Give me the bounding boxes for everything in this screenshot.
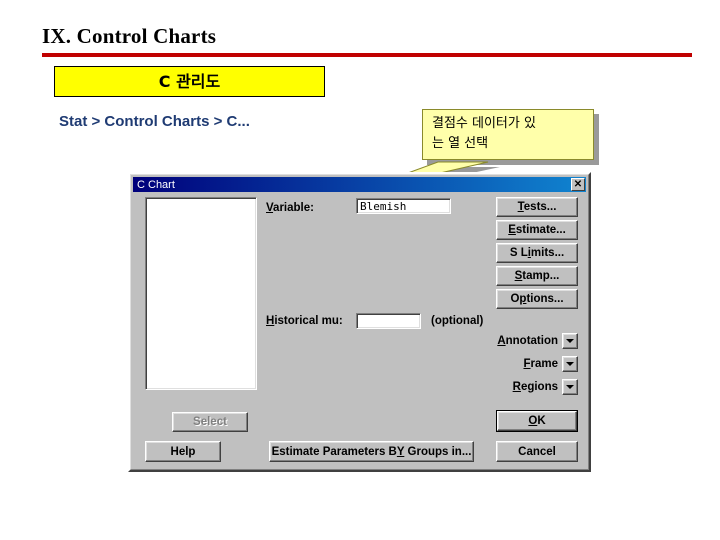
regions-dropdown-row: Regions xyxy=(491,379,578,395)
options-button[interactable]: Options... xyxy=(496,289,578,309)
select-button-label: Select xyxy=(193,416,227,428)
tests-button-label: Tests... xyxy=(517,201,557,213)
chevron-down-icon xyxy=(566,362,574,366)
historical-mu-label: Historical mu: xyxy=(266,315,343,327)
annotation-dropdown-button[interactable] xyxy=(562,333,578,349)
right-button-stack: Tests... Estimate... S Limits... Stamp..… xyxy=(496,197,578,312)
stamp-button[interactable]: Stamp... xyxy=(496,266,578,286)
frame-dropdown-label: Frame xyxy=(523,358,558,370)
ok-button[interactable]: OK xyxy=(496,410,578,432)
options-button-label: Options... xyxy=(510,293,564,305)
dialog-inner-frame: C Chart ✕ Select Help Variable: Blemish … xyxy=(130,174,589,470)
variable-label: Variable: xyxy=(266,202,314,214)
historical-mu-label-rest: istorical mu: xyxy=(274,315,343,327)
variable-label-rest: ariable: xyxy=(273,202,314,214)
variable-listbox[interactable] xyxy=(145,197,257,390)
heading-box: C 관리도 xyxy=(54,66,325,97)
help-button-label: Help xyxy=(170,445,196,458)
variable-input-value: Blemish xyxy=(360,199,407,213)
dialog-titlebar[interactable]: C Chart ✕ xyxy=(133,177,586,192)
dropdown-group: Annotation Frame Regions xyxy=(491,333,578,402)
variable-input[interactable]: Blemish xyxy=(356,198,451,214)
estimate-button[interactable]: Estimate... xyxy=(496,220,578,240)
ok-button-inner: OK xyxy=(497,411,577,431)
callout-line-1: 결점수 데이터가 있 xyxy=(432,116,536,131)
cancel-button-label: Cancel xyxy=(518,445,556,458)
historical-mu-input[interactable] xyxy=(356,313,421,329)
frame-dropdown-row: Frame xyxy=(491,356,578,372)
s-limits-button-label: S Limits... xyxy=(509,247,565,259)
estimate-parameters-by-groups-label: Estimate Parameters BY Groups in... xyxy=(271,445,472,458)
regions-dropdown-button[interactable] xyxy=(562,379,578,395)
help-button[interactable]: Help xyxy=(145,441,221,462)
title-divider xyxy=(42,53,692,57)
s-limits-button[interactable]: S Limits... xyxy=(496,243,578,263)
callout-box: 결점수 데이터가 있 는 열 선택 xyxy=(422,109,594,160)
callout-line-2: 는 열 선택 xyxy=(432,136,489,151)
tests-button[interactable]: Tests... xyxy=(496,197,578,217)
ok-button-label: OK xyxy=(528,415,546,427)
historical-mu-optional-note: (optional) xyxy=(431,315,484,327)
estimate-parameters-by-groups-button[interactable]: Estimate Parameters BY Groups in... xyxy=(269,441,474,462)
cancel-button[interactable]: Cancel xyxy=(496,441,578,462)
frame-dropdown-button[interactable] xyxy=(562,356,578,372)
estimate-button-label: Estimate... xyxy=(508,224,566,236)
menu-path-text: Stat > Control Charts > C... xyxy=(59,113,250,130)
select-button[interactable]: Select xyxy=(172,412,248,432)
page-title: IX. Control Charts xyxy=(42,24,217,48)
heading-box-label: C 관리도 xyxy=(158,71,221,91)
c-chart-dialog: C Chart ✕ Select Help Variable: Blemish … xyxy=(128,172,591,472)
stamp-button-label: Stamp... xyxy=(514,270,560,282)
annotation-dropdown-row: Annotation xyxy=(491,333,578,349)
chevron-down-icon xyxy=(566,339,574,343)
dialog-title: C Chart xyxy=(137,178,175,191)
close-icon[interactable]: ✕ xyxy=(571,178,585,191)
regions-dropdown-label: Regions xyxy=(512,381,558,393)
annotation-dropdown-label: Annotation xyxy=(497,335,558,347)
chevron-down-icon xyxy=(566,385,574,389)
